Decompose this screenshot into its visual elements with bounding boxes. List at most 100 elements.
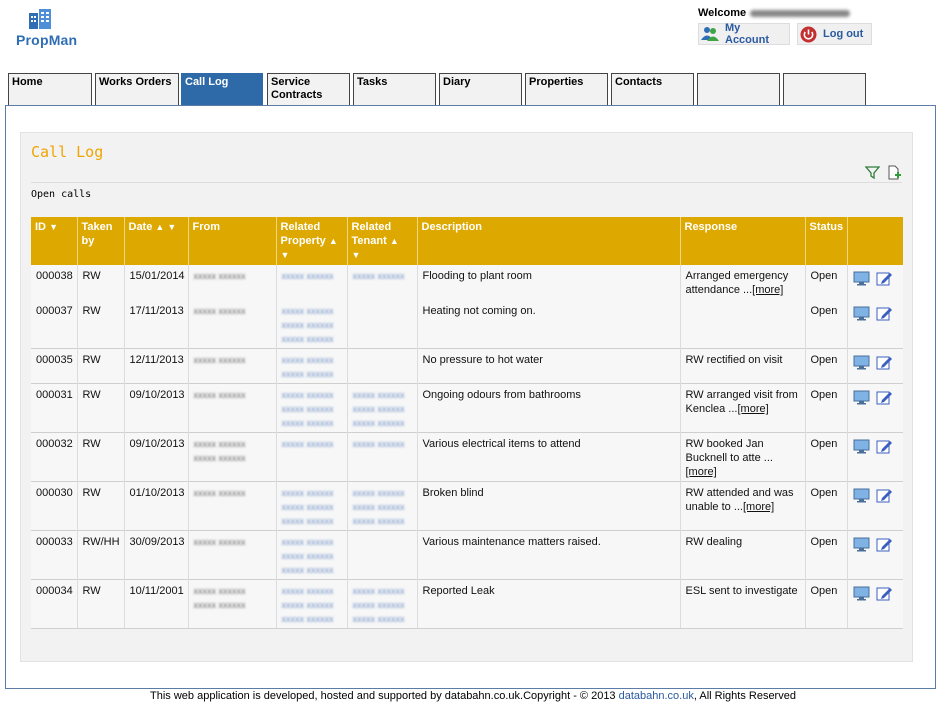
call-id: 000032 — [31, 432, 77, 482]
monitor-view-icon[interactable] — [853, 355, 870, 374]
welcome-label: Welcome — [698, 7, 747, 19]
monitor-view-icon[interactable] — [853, 271, 870, 290]
table-row[interactable]: 000037 RW 17/11/2013 xxxxx xxxxxx xxxxx xxxx… — [31, 300, 903, 349]
row-actions — [846, 579, 903, 629]
col-from-header[interactable]: From — [187, 217, 276, 265]
related-property-cell[interactable]: xxxxx xxxxxx xxxxx xxxxxx xxxxx xxxxxx — [275, 383, 347, 433]
redacted-text: xxxxx xxxxxx — [281, 334, 334, 344]
col-related-tenant-header[interactable]: Related Tenant ▲ ▼ — [346, 217, 417, 265]
from-cell: xxxxx xxxxxx — [187, 481, 276, 531]
more-link[interactable]: [more] — [737, 403, 768, 415]
table-row[interactable]: 000032 RW 09/10/2013 xxxxx xxxxxx xxxxx xxxx… — [31, 432, 903, 482]
edit-pencil-icon[interactable] — [876, 537, 893, 556]
related-property-cell[interactable]: xxxxx xxxxxx xxxxx xxxxxx xxxxx xxxxxx — [275, 579, 347, 629]
sort-up-icon[interactable]: ▲ — [155, 222, 164, 232]
table-row[interactable]: 000030 RW 01/10/2013 xxxxx xxxxxx xxxxx xxxx… — [31, 481, 903, 531]
monitor-view-icon[interactable] — [853, 439, 870, 458]
tab-properties[interactable]: Properties — [525, 73, 608, 106]
more-link[interactable]: [more] — [743, 501, 774, 513]
status: Open — [804, 383, 847, 433]
related-property-cell[interactable]: xxxxx xxxxxx xxxxx xxxxxx xxxxx xxxxxx — [275, 481, 347, 531]
monitor-view-icon[interactable] — [853, 488, 870, 507]
sort-down-icon[interactable]: ▼ — [352, 250, 361, 260]
filter-icon[interactable] — [864, 165, 881, 184]
tab-service-contracts[interactable]: Service Contracts — [267, 73, 350, 106]
col-date-header[interactable]: Date ▲ ▼ — [123, 217, 188, 265]
tab-empty-2[interactable] — [783, 73, 866, 106]
related-tenant-cell[interactable] — [346, 530, 417, 580]
tab-tasks[interactable]: Tasks — [353, 73, 436, 106]
related-tenant-cell[interactable]: xxxxx xxxxxx — [346, 265, 417, 300]
monitor-view-icon[interactable] — [853, 390, 870, 409]
table-row[interactable]: 000031 RW 09/10/2013 xxxxx xxxxxx xxxxx xxxx… — [31, 383, 903, 433]
related-tenant-cell[interactable] — [346, 348, 417, 384]
sort-up-icon[interactable]: ▲ — [329, 236, 338, 246]
call-id: 000035 — [31, 348, 77, 384]
related-tenant-cell[interactable]: xxxxx xxxxxx — [346, 432, 417, 482]
monitor-view-icon[interactable] — [853, 306, 870, 325]
content-frame: Call Log Open calls ID ▼ Taken by Date ▲… — [5, 105, 936, 689]
related-tenant-cell[interactable]: xxxxx xxxxxx xxxxx xxxxxx xxxxx xxxxxx — [346, 579, 417, 629]
related-property-cell[interactable]: xxxxx xxxxxx xxxxx xxxxxx — [275, 348, 347, 384]
my-account-button[interactable]: My Account — [698, 22, 790, 46]
page-title: Call Log — [31, 143, 104, 161]
edit-pencil-icon[interactable] — [876, 439, 893, 458]
table-row[interactable]: 000034 RW 10/11/2001 xxxxx xxxxxx xxxxx xxxx… — [31, 579, 903, 629]
call-id: 000037 — [36, 305, 73, 317]
redacted-text: xxxxx xxxxxx — [352, 439, 405, 449]
app-logo[interactable]: PropMan — [16, 6, 96, 50]
edit-pencil-icon[interactable] — [876, 390, 893, 409]
redacted-text: xxxxx xxxxxx — [352, 614, 405, 624]
table-row[interactable]: 000038 RW 15/01/2014 xxxxx xxxxxx xxxxx xxxx… — [31, 265, 903, 300]
sort-down-icon[interactable]: ▼ — [281, 250, 290, 260]
row-actions — [846, 481, 903, 531]
table-row[interactable]: 000033 RW/HH 30/09/2013 xxxxx xxxxxx xxxxx x… — [31, 530, 903, 580]
related-property-cell[interactable]: xxxxx xxxxxx — [275, 432, 347, 482]
redacted-text: xxxxx xxxxxx — [281, 502, 334, 512]
related-tenant-cell[interactable]: xxxxx xxxxxx xxxxx xxxxxx xxxxx xxxxxx — [346, 481, 417, 531]
col-taken-by-header[interactable]: Taken by — [76, 217, 124, 265]
call-date: 17/11/2013 — [123, 300, 188, 349]
more-link[interactable]: [more] — [752, 284, 783, 296]
monitor-view-icon[interactable] — [853, 586, 870, 605]
footer: This web application is developed, hoste… — [0, 690, 946, 702]
table-row[interactable]: 000035 RW 12/11/2013 xxxxx xxxxxx xxxxx xxxx… — [31, 348, 903, 384]
taken-by: RW — [76, 432, 124, 482]
redacted-text: xxxxx xxxxxx — [352, 390, 405, 400]
related-tenant-cell[interactable] — [346, 300, 417, 349]
related-property-cell[interactable]: xxxxx xxxxxx xxxxx xxxxxx xxxxx xxxxxx — [275, 300, 347, 349]
sort-down-icon[interactable]: ▼ — [49, 222, 58, 232]
call-date: 15/01/2014 — [123, 265, 188, 300]
tab-call-log[interactable]: Call Log — [181, 73, 263, 106]
tab-empty-1[interactable] — [697, 73, 780, 106]
more-link[interactable]: [more] — [686, 466, 717, 478]
col-id-header[interactable]: ID ▼ — [31, 217, 77, 265]
response-cell: RW rectified on visit — [679, 348, 805, 384]
monitor-view-icon[interactable] — [853, 537, 870, 556]
edit-pencil-icon[interactable] — [876, 355, 893, 374]
tab-home[interactable]: Home — [8, 73, 92, 106]
col-response-header[interactable]: Response — [679, 217, 805, 265]
table-header-row: ID ▼ Taken by Date ▲ ▼ From Related Prop… — [31, 217, 903, 265]
related-tenant-cell[interactable]: xxxxx xxxxxx xxxxx xxxxxx xxxxx xxxxxx — [346, 383, 417, 433]
sort-up-icon[interactable]: ▲ — [390, 236, 399, 246]
related-property-cell[interactable]: xxxxx xxxxxx — [275, 265, 347, 300]
redacted-text: xxxxx xxxxxx — [281, 271, 334, 281]
building-logo-icon — [29, 9, 51, 32]
edit-pencil-icon[interactable] — [876, 306, 893, 325]
col-related-property-header[interactable]: Related Property ▲ ▼ — [275, 217, 347, 265]
edit-pencil-icon[interactable] — [876, 586, 893, 605]
col-description-header[interactable]: Description — [416, 217, 680, 265]
tab-works-orders[interactable]: Works Orders — [95, 73, 179, 106]
related-property-cell[interactable]: xxxxx xxxxxx xxxxx xxxxxx xxxxx xxxxxx — [275, 530, 347, 580]
tab-diary[interactable]: Diary — [439, 73, 522, 106]
logout-button[interactable]: Log out — [797, 23, 872, 45]
edit-pencil-icon[interactable] — [876, 488, 893, 507]
power-icon — [800, 26, 817, 43]
add-file-icon[interactable] — [886, 165, 902, 184]
footer-link[interactable]: databahn.co.uk — [619, 690, 694, 702]
sort-down-icon[interactable]: ▼ — [167, 222, 176, 232]
col-status-header[interactable]: Status — [804, 217, 847, 265]
edit-pencil-icon[interactable] — [876, 271, 893, 290]
tab-contacts[interactable]: Contacts — [611, 73, 694, 106]
